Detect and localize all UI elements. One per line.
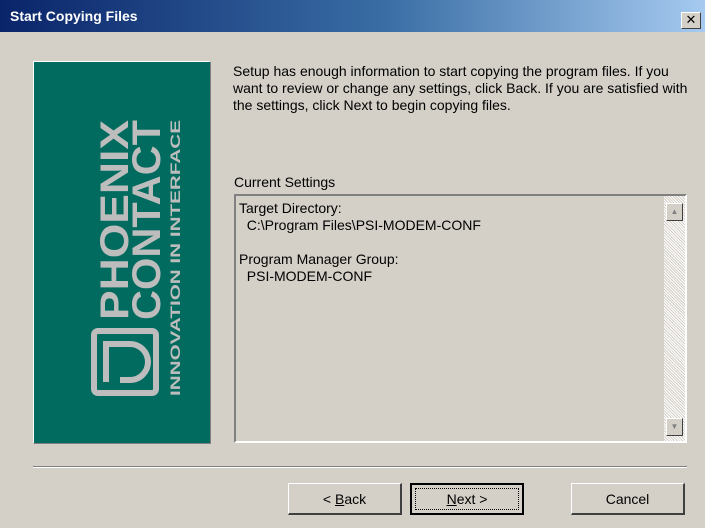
cancel-button[interactable]: Cancel [571, 483, 685, 515]
settings-scrollbar[interactable]: ▲ ▼ [664, 196, 685, 441]
close-icon: ✕ [685, 12, 697, 27]
next-rest: ext > [456, 491, 488, 507]
current-settings-label: Current Settings [234, 174, 336, 190]
back-button[interactable]: < Back [288, 483, 402, 515]
next-button-label: Next > [447, 491, 488, 507]
back-prefix: < [322, 490, 335, 507]
setup-dialog: Start Copying Files ✕ PHOENIX CONTACT IN… [0, 0, 705, 528]
arrow-up-icon: ▲ [670, 207, 679, 216]
settings-content: Target Directory: C:\Program Files\PSI-M… [239, 200, 481, 284]
phoenix-contact-banner: PHOENIX CONTACT INNOVATION IN INTERFACE [33, 61, 211, 444]
back-rest: ack [344, 490, 367, 507]
back-button-label: < Back [323, 491, 366, 507]
window-title: Start Copying Files [10, 8, 138, 24]
intro-text: Setup has enough information to start co… [233, 63, 693, 114]
brand-tagline: INNOVATION IN INTERFACE [167, 120, 183, 396]
title-bar[interactable]: Start Copying Files ✕ [0, 0, 705, 32]
arrow-down-icon: ▼ [670, 422, 679, 431]
phoenix-contact-logo: PHOENIX CONTACT INNOVATION IN INTERFACE [91, 120, 183, 396]
close-button[interactable]: ✕ [681, 12, 701, 29]
button-separator [33, 466, 687, 468]
cancel-button-label: Cancel [605, 490, 650, 507]
logo-emblem [91, 328, 159, 396]
intro-paragraph: Setup has enough information to start co… [233, 63, 688, 113]
next-button[interactable]: Next > [410, 483, 524, 515]
next-accelerator: N [446, 491, 457, 507]
settings-textbox[interactable]: Target Directory: C:\Program Files\PSI-M… [234, 194, 687, 443]
scroll-down-button[interactable]: ▼ [666, 418, 683, 436]
back-accelerator: B [334, 490, 345, 507]
scroll-up-button[interactable]: ▲ [666, 203, 683, 221]
brand-line-2: CONTACT [125, 120, 169, 320]
